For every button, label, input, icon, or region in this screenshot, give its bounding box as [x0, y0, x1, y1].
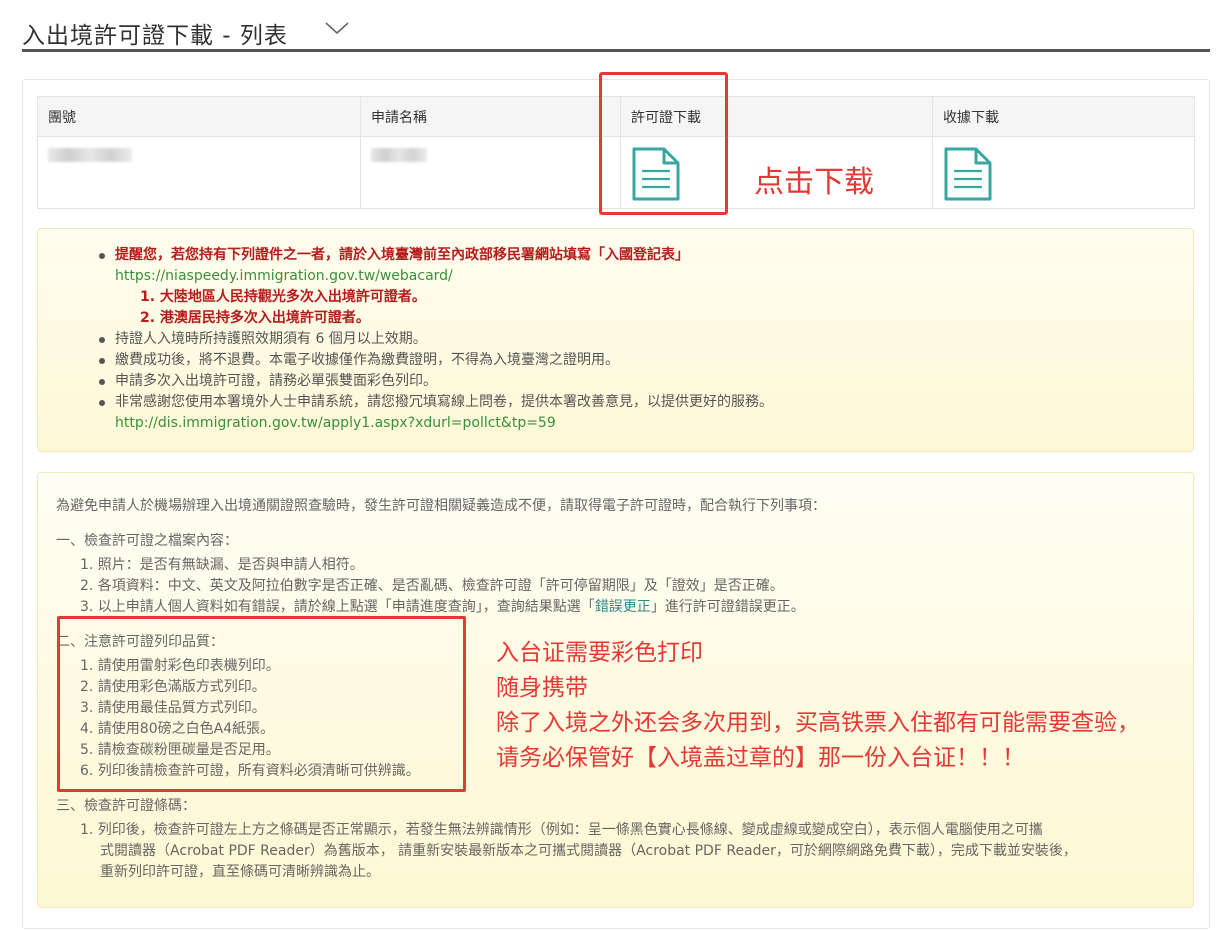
section3-line: 1. 列印後，檢查許可證左上方之條碼是否正常顯示，若發生無法辨識情形（例如：呈一…: [80, 822, 1043, 838]
bullet-icon: [99, 400, 105, 406]
section1-item3-tail: 」進行許可證錯誤更正。: [650, 599, 805, 615]
column-header-receipt-download: 收據下載: [932, 96, 1195, 137]
notice-text: 繳費成功後，將不退費。本電子收據僅作為繳費證明，不得為入境臺灣之證明用。: [115, 352, 619, 368]
notice-text: 持證人入境時所持護照效期須有 6 個月以上效期。: [115, 331, 427, 347]
notice-text: 非常感謝您使用本署境外人士申請系統，請您撥冗填寫線上問卷，提供本署改善意見，以提…: [115, 394, 773, 410]
notice-box: 提醒您，若您持有下列證件之一者，請於入境臺灣前至內政部移民署網站填寫「入國登記表…: [37, 228, 1194, 452]
error-correction-link[interactable]: 錯誤更正: [595, 599, 651, 615]
print-note-line: 请务必保管好【入境盖过章的】那一份入台证！！！: [496, 745, 1025, 771]
receipt-download-cell: [932, 136, 1195, 209]
column-header-application-name: 申請名稱: [360, 96, 621, 137]
group-number-cell: [37, 136, 361, 209]
bullet-icon: [99, 253, 105, 259]
list-item: 持證人入境時所持護照效期須有 6 個月以上效期。: [96, 329, 1176, 350]
webacard-link[interactable]: https://niaspeedy.immigration.gov.tw/web…: [115, 266, 1176, 287]
bullet-icon: [99, 379, 105, 385]
section1-item3-text: 3. 以上申請人個人資料如有錯誤，請於線上點選「申請進度查詢」，查詢結果點選「: [80, 599, 595, 615]
redacted-application-name: [371, 148, 427, 162]
chevron-down-icon[interactable]: [324, 20, 350, 36]
section3-line: 式閱讀器（Acrobat PDF Reader）為舊版本， 請重新安裝最新版本之…: [100, 843, 1077, 859]
bullet-icon: [99, 358, 105, 364]
survey-link[interactable]: http://dis.immigration.gov.tw/apply1.asp…: [115, 413, 1176, 434]
page-title: 入出境許可證下載 - 列表: [22, 23, 288, 49]
section3-title: 三、檢查許可證條碼：: [56, 798, 196, 814]
print-note-line: 入台证需要彩色打印: [496, 640, 703, 666]
section1-item: 3. 以上申請人個人資料如有錯誤，請於線上點選「申請進度查詢」，查詢結果點選「錯…: [80, 596, 805, 616]
list-item: 申請多次入出境許可證，請務必單張雙面彩色列印。: [96, 371, 1176, 392]
instructions-intro: 為避免申請人於機場辦理入出境通關證照查驗時，發生許可證相關疑義造成不便，請取得電…: [56, 498, 826, 514]
redacted-group-number: [48, 148, 132, 162]
highlight-box-print-quality: [57, 616, 466, 792]
section1-item: 2. 各項資料：中文、英文及阿拉伯數字是否正確、是否亂碼、檢查許可證「許可停留期…: [80, 578, 784, 594]
column-header-group-number: 團號: [37, 96, 361, 137]
bullet-icon: [99, 337, 105, 343]
highlight-box-permit-download: [599, 72, 728, 215]
notice-text: 申請多次入出境許可證，請務必單張雙面彩色列印。: [115, 373, 437, 389]
reminder-text: 提醒您，若您持有下列證件之一者，請於入境臺灣前至內政部移民署網站填寫「入國登記表…: [115, 247, 689, 263]
section1-title: 一、檢查許可證之檔案內容：: [56, 533, 238, 549]
list-item: 繳費成功後，將不退費。本電子收據僅作為繳費證明，不得為入境臺灣之證明用。: [96, 350, 1176, 371]
print-note-line: 除了入境之外还会多次用到，买高铁票入住都有可能需要查验，: [496, 710, 1140, 736]
click-download-annotation: 点击下载: [754, 165, 874, 200]
notice-list: 提醒您，若您持有下列證件之一者，請於入境臺灣前至內政部移民署網站填寫「入國登記表…: [96, 245, 1176, 434]
print-note-annotation: 入台证需要彩色打印 随身携带 除了入境之外还会多次用到，买高铁票入住都有可能需要…: [496, 636, 1140, 776]
print-note-line: 随身携带: [496, 675, 588, 701]
list-item: 非常感謝您使用本署境外人士申請系統，請您撥冗填寫線上問卷，提供本署改善意見，以提…: [96, 392, 1176, 434]
section1-item: 1. 照片：是否有無缺漏、是否與申請人相符。: [80, 557, 364, 573]
page-header: 入出境許可證下載 - 列表: [22, 10, 1210, 52]
section3-line: 重新列印許可證，直至條碼可清晰辨識為止。: [100, 864, 380, 880]
application-name-cell: [360, 136, 621, 209]
list-item: 提醒您，若您持有下列證件之一者，請於入境臺灣前至內政部移民署網站填寫「入國登記表…: [96, 245, 1176, 329]
receipt-download-file-icon[interactable]: [943, 147, 993, 201]
sub-item: 1. 大陸地區人民持觀光多次入出境許可證者。: [140, 289, 426, 305]
sub-item: 2. 港澳居民持多次入出境許可證者。: [140, 310, 370, 326]
